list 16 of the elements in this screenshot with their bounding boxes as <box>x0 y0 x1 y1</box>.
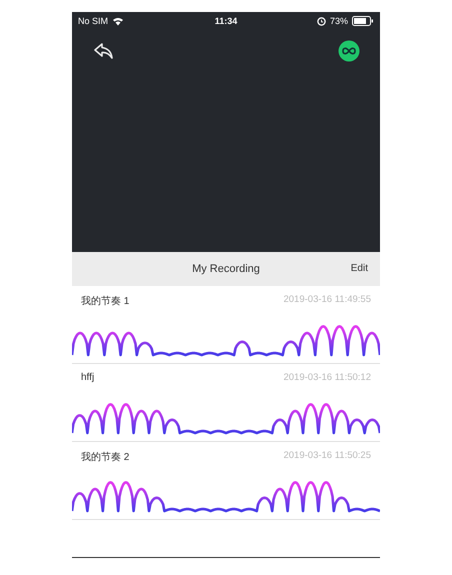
edit-button[interactable]: Edit <box>348 261 370 276</box>
back-arrow-icon[interactable] <box>94 43 114 59</box>
recording-date: 2019-03-16 11:50:25 <box>283 450 371 463</box>
wifi-icon <box>112 16 124 26</box>
recording-name[interactable]: hffj <box>81 372 94 383</box>
recording-date: 2019-03-16 11:49:55 <box>283 294 371 307</box>
alarm-icon <box>316 16 326 26</box>
clock-time: 11:34 <box>214 16 238 26</box>
battery-percent: 73% <box>330 16 348 26</box>
sheet-title: My Recording <box>192 263 260 275</box>
recording-name[interactable]: 我的节奏 2 <box>81 450 130 464</box>
loop-button-icon[interactable] <box>338 40 360 62</box>
recording-name[interactable]: 我的节奏 1 <box>81 294 130 308</box>
carrier-text: No SIM <box>78 16 108 26</box>
recording-date: 2019-03-16 11:50:12 <box>283 372 371 383</box>
battery-icon <box>352 16 374 26</box>
